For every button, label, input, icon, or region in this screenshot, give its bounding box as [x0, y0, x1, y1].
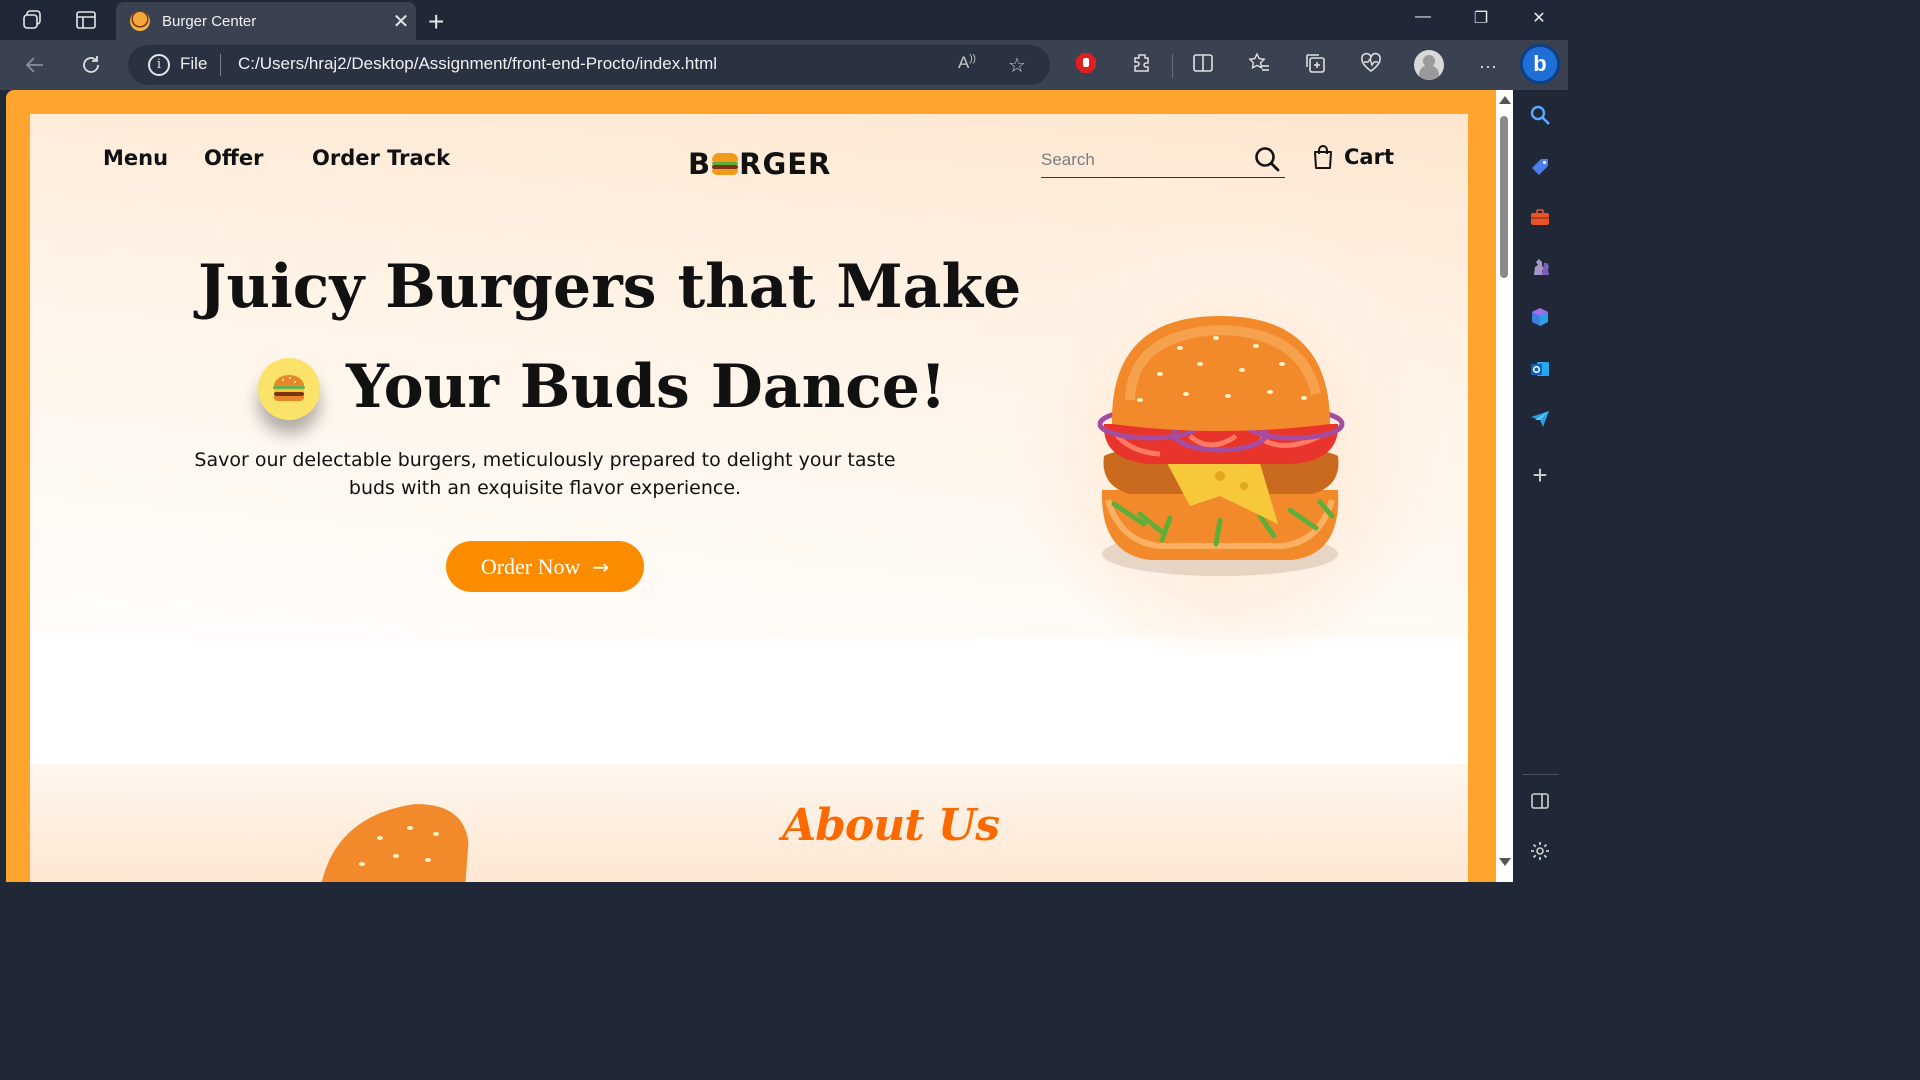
about-title: About Us — [782, 800, 1000, 851]
sidebar-toggle-icon[interactable] — [1527, 790, 1553, 816]
hero-headline-line2: Your Buds Dance! — [346, 352, 947, 422]
search-input[interactable] — [1041, 146, 1241, 174]
scroll-thumb[interactable] — [1500, 116, 1508, 278]
favorite-star-icon[interactable]: ☆ — [1008, 53, 1026, 78]
scroll-up-icon[interactable] — [1499, 96, 1511, 104]
hero-burger-image — [1020, 224, 1440, 654]
tab-title: Burger Center — [162, 12, 257, 30]
burger-emoji-badge — [258, 358, 320, 420]
scroll-down-icon[interactable] — [1499, 858, 1511, 866]
read-aloud-icon[interactable]: A)) — [958, 53, 976, 73]
nav-order-track-link[interactable]: Order Track — [312, 146, 450, 170]
burger-illustration — [1097, 316, 1345, 576]
hero-tagline: Savor our delectable burgers, meticulous… — [194, 449, 896, 499]
drop-icon[interactable] — [1527, 408, 1553, 434]
refresh-icon[interactable] — [76, 50, 106, 80]
close-tab-icon[interactable]: ✕ — [386, 9, 416, 34]
address-bar[interactable]: i File C:/Users/hraj2/Desktop/Assignment… — [128, 45, 1050, 85]
shopping-tag-icon[interactable] — [1527, 156, 1553, 182]
cart-button[interactable]: Cart — [1312, 144, 1394, 170]
search-icon[interactable] — [1527, 104, 1553, 130]
burger-favicon-icon — [130, 11, 150, 31]
copilot-bing-icon[interactable]: b — [1520, 44, 1560, 84]
about-section: About Us — [30, 764, 1468, 882]
order-now-button[interactable]: Order Now → — [446, 541, 644, 592]
browser-window: Burger Center ✕ + — ❐ ✕ i File C:/Users/… — [0, 0, 1568, 882]
nav-offer-link[interactable]: Offer — [204, 146, 263, 170]
favorites-icon[interactable] — [1245, 52, 1273, 80]
tab-strip: Burger Center ✕ + — ❐ ✕ — [0, 0, 1568, 40]
about-burger-image — [317, 804, 469, 882]
browser-essentials-icon[interactable] — [1357, 52, 1385, 80]
restore-button[interactable]: ❐ — [1466, 8, 1496, 28]
logo-burger-icon — [712, 152, 739, 176]
adblock-icon[interactable] — [1072, 52, 1100, 80]
back-icon[interactable] — [20, 50, 50, 80]
outlook-icon[interactable] — [1527, 358, 1553, 384]
web-viewport: Menu Offer Order Track B RGER Search Car… — [6, 90, 1513, 882]
vertical-scrollbar[interactable] — [1496, 90, 1513, 882]
collections-icon[interactable] — [1301, 52, 1329, 80]
scheme-label: File — [180, 54, 208, 73]
tab-burger-center[interactable]: Burger Center ✕ — [116, 2, 416, 40]
toolbar: i File C:/Users/hraj2/Desktop/Assignment… — [0, 40, 1568, 90]
shopping-bag-icon — [1314, 145, 1332, 169]
toolbar-divider — [1172, 54, 1173, 78]
close-window-button[interactable]: ✕ — [1524, 8, 1554, 28]
workspaces-icon[interactable] — [20, 8, 44, 32]
copilot-icon[interactable] — [1527, 306, 1553, 332]
search-bar — [1041, 142, 1285, 178]
hero-headline-line1: Juicy Burgers that Make — [198, 252, 1022, 322]
logo-text-left: B — [688, 147, 712, 181]
burger-icon — [273, 375, 305, 402]
profile-avatar[interactable] — [1414, 50, 1444, 80]
split-screen-icon[interactable] — [1189, 52, 1217, 80]
settings-more-icon[interactable]: ··· — [1474, 52, 1502, 80]
nav-menu-link[interactable]: Menu — [103, 146, 168, 170]
search-icon[interactable] — [1253, 145, 1281, 173]
tools-icon[interactable] — [1527, 206, 1553, 232]
site-logo[interactable]: B RGER — [688, 147, 831, 181]
order-now-label: Order Now — [480, 553, 581, 579]
info-icon[interactable]: i — [148, 54, 170, 76]
minimize-button[interactable]: — — [1408, 8, 1438, 26]
tab-actions-icon[interactable] — [74, 8, 98, 32]
games-icon[interactable] — [1527, 256, 1553, 282]
settings-icon[interactable] — [1527, 840, 1553, 866]
new-tab-button[interactable]: + — [428, 6, 444, 38]
extensions-icon[interactable] — [1128, 52, 1156, 80]
arrow-right-icon: → — [592, 554, 610, 579]
edge-sidebar: + — [1513, 90, 1568, 882]
address-divider — [220, 54, 221, 76]
page-content: Menu Offer Order Track B RGER Search Car… — [30, 114, 1468, 882]
sidebar-divider — [1523, 774, 1559, 775]
hero-section: Menu Offer Order Track B RGER Search Car… — [30, 114, 1468, 654]
url-text[interactable]: C:/Users/hraj2/Desktop/Assignment/front-… — [238, 54, 717, 74]
cart-label: Cart — [1344, 145, 1394, 169]
add-icon[interactable]: + — [1527, 462, 1553, 488]
logo-text-right: RGER — [739, 147, 832, 181]
